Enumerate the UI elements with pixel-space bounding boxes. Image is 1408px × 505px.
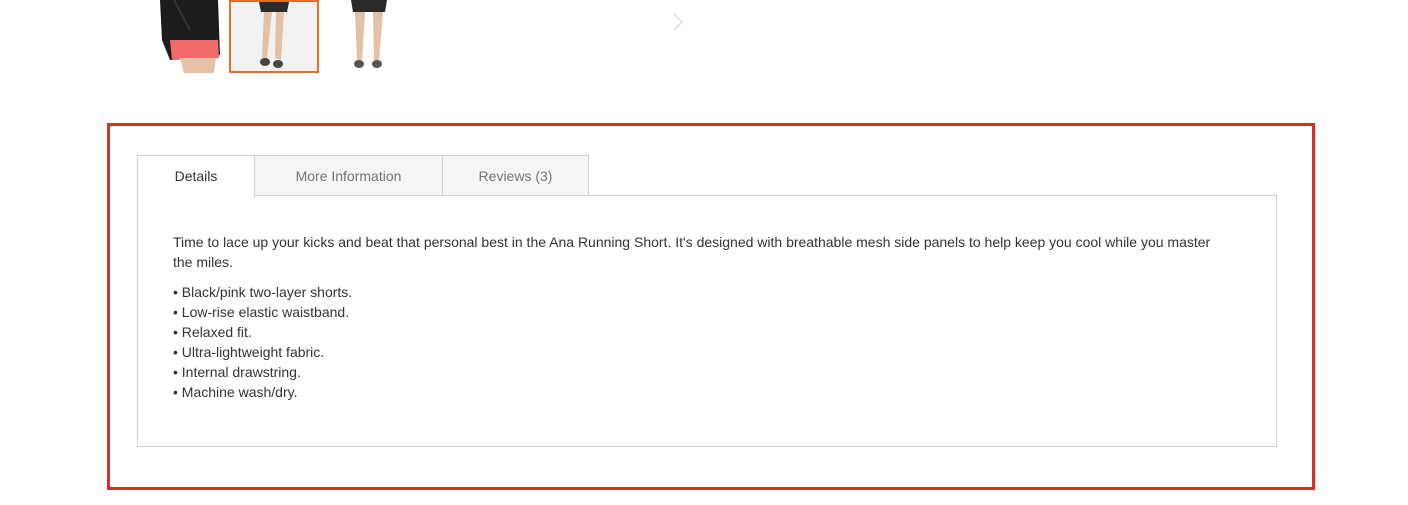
feature-item: • Black/pink two-layer shorts. bbox=[173, 284, 353, 300]
tab-more-information[interactable]: More Information bbox=[254, 155, 443, 196]
tab-reviews[interactable]: Reviews (3) bbox=[442, 155, 589, 196]
product-thumbnail-front-view[interactable] bbox=[229, 0, 319, 73]
feature-item: • Relaxed fit. bbox=[173, 324, 252, 340]
feature-item: • Low-rise elastic waistband. bbox=[173, 304, 350, 320]
feature-item: • Machine wash/dry. bbox=[173, 384, 298, 400]
chevron-right-icon[interactable] bbox=[668, 10, 688, 34]
feature-item: • Internal drawstring. bbox=[173, 364, 301, 380]
feature-item: • Ultra-lightweight fabric. bbox=[173, 344, 325, 360]
product-description: Time to lace up your kicks and beat that… bbox=[173, 232, 1233, 402]
details-panel: Time to lace up your kicks and beat that… bbox=[137, 195, 1277, 447]
product-thumbnail-back-view[interactable] bbox=[329, 0, 409, 73]
feature-list: • Black/pink two-layer shorts. • Low-ris… bbox=[173, 282, 1233, 402]
product-thumbnail-strip bbox=[0, 0, 700, 80]
description-paragraph: Time to lace up your kicks and beat that… bbox=[173, 234, 1211, 270]
product-thumbnail-side-view[interactable] bbox=[140, 0, 220, 73]
tab-details[interactable]: Details bbox=[137, 155, 255, 197]
